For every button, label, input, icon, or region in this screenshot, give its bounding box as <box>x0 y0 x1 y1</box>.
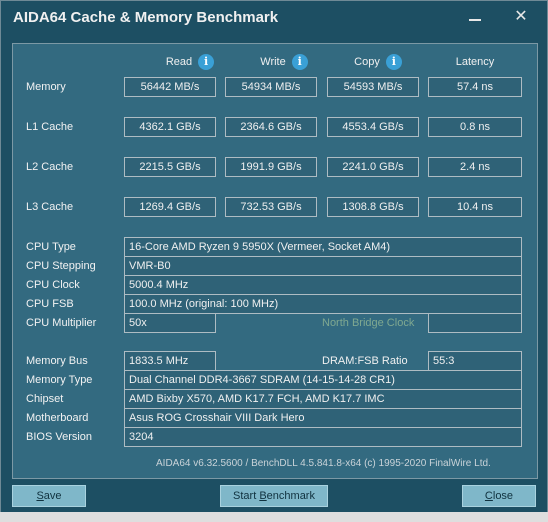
close-button[interactable]: Close <box>462 485 536 507</box>
close-button-label: lose <box>492 490 514 502</box>
l2-copy-value: 2241.0 GB/s <box>327 157 419 177</box>
write-header-label: Write <box>260 55 286 68</box>
read-header: Read i <box>144 54 236 72</box>
l1-write-value: 2364.6 GB/s <box>225 117 317 137</box>
start-button-label-b: enchmark <box>266 490 315 502</box>
close-button-accel: C <box>484 490 493 502</box>
bios-version-value: 3204 <box>124 427 522 447</box>
save-button-accel: S <box>36 490 44 502</box>
start-benchmark-button[interactable]: Start Benchmark <box>220 485 328 507</box>
dram-fsb-ratio-label: DRAM:FSB Ratio <box>322 355 408 367</box>
start-button-label-a: Start <box>233 490 260 502</box>
copy-header-label: Copy <box>354 55 380 68</box>
l3-cache-label: L3 Cache <box>26 201 74 213</box>
close-window-button[interactable]: ✕ <box>509 7 533 27</box>
cpu-stepping-label: CPU Stepping <box>26 260 96 272</box>
memory-type-value: Dual Channel DDR4-3667 SDRAM (14-15-14-2… <box>124 370 522 390</box>
memory-read-value: 56442 MB/s <box>124 77 216 97</box>
benchmark-window: AIDA64 Cache & Memory Benchmark ✕ Read i … <box>0 0 548 522</box>
l3-latency-value: 10.4 ns <box>428 197 522 217</box>
cpu-clock-label: CPU Clock <box>26 279 80 291</box>
window-title: AIDA64 Cache & Memory Benchmark <box>13 9 279 26</box>
l2-cache-label: L2 Cache <box>26 161 74 173</box>
results-panel: Read i Write i Copy i Latency Memory 56442 … <box>12 43 538 479</box>
write-info-icon[interactable]: i <box>291 54 308 70</box>
l2-read-value: 2215.5 GB/s <box>124 157 216 177</box>
start-button-accel: B <box>259 490 267 502</box>
memory-latency-value: 57.4 ns <box>428 77 522 97</box>
memory-type-label: Memory Type <box>26 374 93 386</box>
chipset-label: Chipset <box>26 393 64 405</box>
version-footer: AIDA64 v6.32.5600 / BenchDLL 4.5.841.8-x… <box>156 458 491 469</box>
save-button-label: ave <box>43 490 62 502</box>
minimize-button[interactable] <box>463 7 487 27</box>
memory-copy-value: 54593 MB/s <box>327 77 419 97</box>
copy-header: Copy i <box>332 54 424 72</box>
cpu-fsb-label: CPU FSB <box>26 298 74 310</box>
l2-write-value: 1991.9 GB/s <box>225 157 317 177</box>
latency-header: Latency <box>455 56 495 68</box>
cpu-multiplier-label: CPU Multiplier <box>26 317 97 329</box>
l1-latency-value: 0.8 ns <box>428 117 522 137</box>
l1-copy-value: 4553.4 GB/s <box>327 117 419 137</box>
memory-write-value: 54934 MB/s <box>225 77 317 97</box>
taskbar-strip <box>0 512 548 522</box>
l3-copy-value: 1308.8 GB/s <box>327 197 419 217</box>
motherboard-label: Motherboard <box>26 412 89 424</box>
l3-read-value: 1269.4 GB/s <box>124 197 216 217</box>
read-info-icon[interactable]: i <box>198 54 215 70</box>
bios-version-label: BIOS Version <box>26 431 93 443</box>
cpu-fsb-value: 100.0 MHz (original: 100 MHz) <box>124 294 522 314</box>
save-button[interactable]: Save <box>12 485 86 507</box>
cpu-type-value: 16-Core AMD Ryzen 9 5950X (Vermeer, Sock… <box>124 237 522 257</box>
l2-latency-value: 2.4 ns <box>428 157 522 177</box>
cpu-clock-value: 5000.4 MHz <box>124 275 522 295</box>
chipset-value: AMD Bixby X570, AMD K17.7 FCH, AMD K17.7… <box>124 389 522 409</box>
read-header-label: Read <box>165 55 193 68</box>
l1-read-value: 4362.1 GB/s <box>124 117 216 137</box>
title-bar[interactable]: AIDA64 Cache & Memory Benchmark ✕ <box>1 1 547 35</box>
copy-info-icon[interactable]: i <box>385 54 402 70</box>
l3-write-value: 732.53 GB/s <box>225 197 317 217</box>
dram-fsb-ratio-value: 55:3 <box>428 351 522 371</box>
cpu-type-label: CPU Type <box>26 241 76 253</box>
memory-bus-label: Memory Bus <box>26 355 88 367</box>
memory-bus-value: 1833.5 MHz <box>124 351 216 371</box>
cpu-stepping-value: VMR-B0 <box>124 256 522 276</box>
cpu-multiplier-value: 50x <box>124 313 216 333</box>
north-bridge-clock-label: North Bridge Clock <box>322 317 415 329</box>
l1-cache-label: L1 Cache <box>26 121 74 133</box>
north-bridge-clock-value <box>428 313 522 333</box>
memory-label: Memory <box>26 81 66 93</box>
motherboard-value: Asus ROG Crosshair VIII Dark Hero <box>124 408 522 428</box>
write-header: Write i <box>238 54 330 72</box>
